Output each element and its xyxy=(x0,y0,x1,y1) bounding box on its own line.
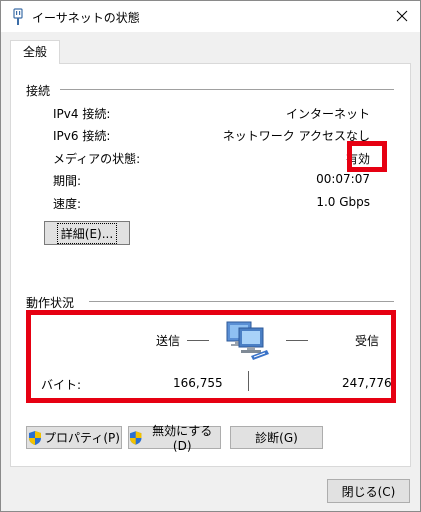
bytes-label: バイト: xyxy=(41,378,82,392)
diagnose-button[interactable]: 診断(G) xyxy=(230,426,323,449)
uac-shield-icon xyxy=(29,430,42,445)
activity-heading: 動作状況 xyxy=(26,296,75,310)
sent-line xyxy=(187,340,209,341)
speed-label: 速度: xyxy=(53,197,82,211)
received-line xyxy=(286,340,308,341)
activity-separator xyxy=(248,371,249,391)
duration-value: 00:07:07 xyxy=(316,172,370,186)
media-state-highlight xyxy=(347,141,387,172)
media-state-label: メディアの状態: xyxy=(53,152,141,166)
disable-button-label: 無効にする(D) xyxy=(152,424,213,453)
speed-value: 1.0 Gbps xyxy=(316,195,370,209)
tab-general[interactable]: 全般 xyxy=(10,40,60,64)
network-adapter-icon xyxy=(13,8,23,25)
ethernet-status-window: イーサネットの状態 全般 接続 IPv4 接続: インターネット IPv6 接続… xyxy=(0,0,421,512)
duration-label: 期間: xyxy=(53,174,82,188)
properties-button[interactable]: プロパティ(P) xyxy=(26,426,122,449)
close-button-label: 閉じる(C) xyxy=(341,484,396,499)
diagnose-button-label: 診断(G) xyxy=(255,431,298,445)
window-title: イーサネットの状態 xyxy=(32,11,140,25)
connection-heading: 接続 xyxy=(26,84,51,98)
connection-divider xyxy=(60,89,394,90)
details-button-label: 詳細(E)... xyxy=(56,222,118,244)
close-button[interactable]: 閉じる(C) xyxy=(327,479,410,503)
activity-divider xyxy=(89,301,394,302)
details-button[interactable]: 詳細(E)... xyxy=(44,221,130,245)
general-tab-panel: 接続 IPv4 接続: インターネット IPv6 接続: ネットワーク アクセス… xyxy=(10,63,411,467)
close-window-button[interactable] xyxy=(385,1,419,31)
bytes-sent-value: 166,755 xyxy=(173,376,223,390)
bytes-received-value: 247,776 xyxy=(342,376,392,390)
sent-label: 送信 xyxy=(156,334,181,348)
title-bar: イーサネットの状態 xyxy=(1,1,420,32)
ipv6-label: IPv6 接続: xyxy=(53,129,111,143)
received-label: 受信 xyxy=(355,334,380,348)
ipv4-value: インターネット xyxy=(285,107,370,121)
ipv4-label: IPv4 接続: xyxy=(53,107,111,121)
close-icon xyxy=(396,10,408,22)
network-computers-icon xyxy=(226,321,269,360)
uac-shield-icon xyxy=(129,430,142,445)
properties-button-label: プロパティ(P) xyxy=(44,431,120,445)
disable-button[interactable]: 無効にする(D) xyxy=(128,424,221,453)
